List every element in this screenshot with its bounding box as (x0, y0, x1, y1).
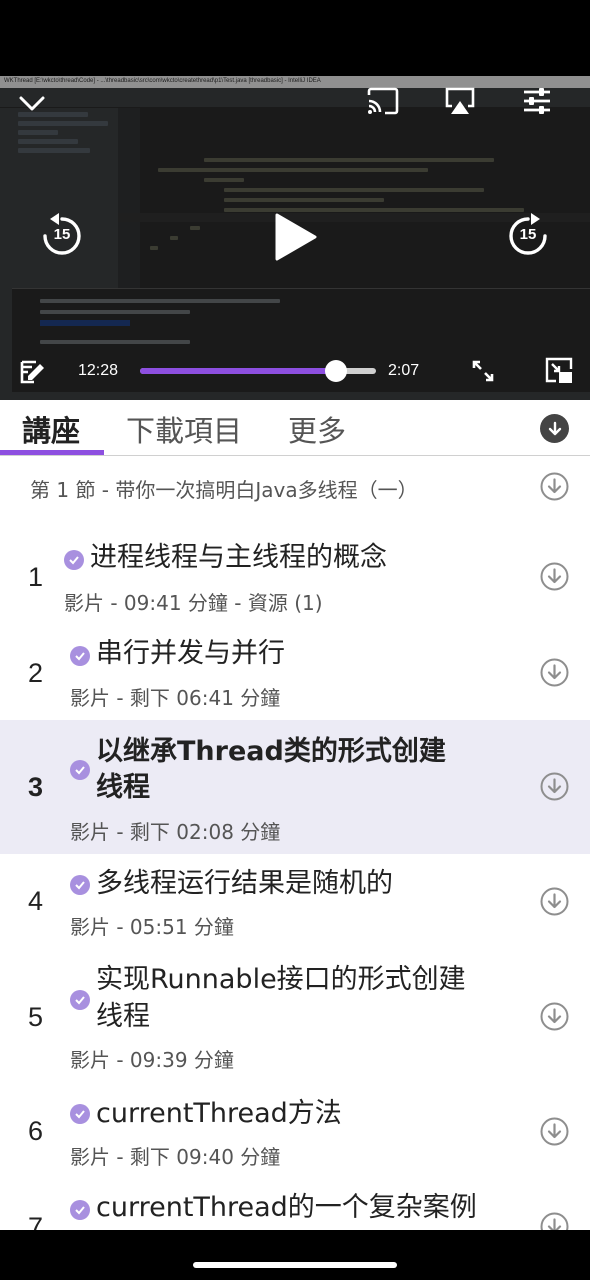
chevron-down-icon (19, 96, 45, 111)
airplay-button[interactable] (442, 84, 478, 118)
sliders-icon (524, 88, 550, 114)
lecture-number: 2 (28, 658, 44, 688)
download-lecture-icon[interactable] (540, 772, 569, 801)
picture-in-picture-icon (545, 357, 573, 383)
lecture-subtitle: 影片 - 09:41 分鐘 - 資源 (1) (64, 591, 323, 615)
expand-icon (472, 360, 494, 382)
picture-in-picture-button[interactable] (542, 355, 576, 387)
airplay-icon (445, 87, 475, 114)
skip-back-seconds: 15 (53, 226, 71, 243)
download-lecture-icon[interactable] (540, 887, 569, 916)
lecture-title-line-1: 实现Runnable接口的形式创建 (96, 964, 466, 995)
remaining-time: 2:07 (388, 362, 420, 379)
lecture-title-line-2: 线程 (96, 772, 150, 803)
lecture-item[interactable]: 1 进程线程与主线程的概念 影片 - 09:41 分鐘 - 資源 (1) (0, 530, 590, 624)
video-player[interactable]: WKThread [E:\wkcto\thread\Code] - ...\th… (0, 76, 590, 400)
lecture-item[interactable]: 2 串行并发与并行 影片 - 剩下 06:41 分鐘 (0, 626, 590, 720)
lecture-title: currentThread方法 (96, 1098, 342, 1129)
lecture-title: 多线程运行结果是随机的 (96, 868, 393, 899)
tab-downloads[interactable]: 下載項目 (126, 408, 242, 450)
lecture-title-line-1: 以继承Thread类的形式创建 (96, 736, 446, 767)
lecture-subtitle: 影片 - 05:51 分鐘 (70, 915, 234, 939)
status-bar (0, 0, 590, 76)
play-button[interactable] (268, 210, 322, 264)
lecture-item[interactable]: 5 实现Runnable接口的形式创建 线程 影片 - 09:39 分鐘 (0, 950, 590, 1086)
cast-button[interactable] (364, 84, 402, 118)
seek-bar-progress (140, 368, 336, 374)
lecture-title-line-2: 线程 (96, 1001, 150, 1032)
tab-bar: 講座 下載項目 更多 (0, 400, 590, 456)
lecture-number: 1 (28, 562, 44, 592)
download-lecture-icon[interactable] (540, 1117, 569, 1146)
lecture-item[interactable]: 6 currentThread方法 影片 - 剩下 09:40 分鐘 (0, 1086, 590, 1182)
active-tab-indicator (0, 450, 104, 455)
download-all-button[interactable] (540, 414, 569, 443)
completed-check-icon (70, 646, 90, 666)
tab-more[interactable]: 更多 (288, 408, 346, 450)
seek-bar-handle[interactable] (324, 360, 347, 382)
course-content: 講座 下載項目 更多 第 1 節 - 带你一次搞明白Java多线程（一） 1 进… (0, 400, 590, 1230)
tab-lectures[interactable]: 講座 (22, 408, 80, 450)
lecture-item[interactable]: 4 多线程运行结果是随机的 影片 - 05:51 分鐘 (0, 854, 590, 950)
play-icon (275, 213, 317, 261)
lecture-number: 7 (28, 1212, 44, 1230)
download-lecture-icon[interactable] (540, 1212, 569, 1230)
lecture-subtitle: 影片 - 09:39 分鐘 (70, 1048, 234, 1072)
settings-button[interactable] (520, 84, 554, 118)
download-lecture-icon[interactable] (540, 658, 569, 687)
completed-check-icon (64, 550, 84, 570)
lecture-number: 5 (28, 1002, 44, 1032)
completed-check-icon (70, 760, 90, 780)
lecture-subtitle: 影片 - 剩下 02:08 分鐘 (70, 820, 281, 844)
download-lecture-icon[interactable] (540, 562, 569, 591)
skip-forward-seconds: 15 (519, 226, 537, 243)
cast-icon (367, 87, 399, 115)
lecture-number: 3 (28, 772, 44, 802)
lecture-item[interactable]: 7 currentThread的一个复杂案例 (0, 1182, 590, 1230)
completed-check-icon (70, 990, 90, 1010)
lecture-title: 进程线程与主线程的概念 (90, 542, 387, 573)
download-lecture-icon[interactable] (540, 1002, 569, 1031)
lecture-item-current[interactable]: 3 以继承Thread类的形式创建 线程 影片 - 剩下 02:08 分鐘 (0, 720, 590, 854)
download-section-icon[interactable] (540, 472, 569, 501)
skip-back-button[interactable]: 15 (38, 212, 86, 260)
current-time: 12:28 (78, 362, 119, 379)
seek-bar[interactable] (140, 360, 376, 382)
home-indicator-bar (0, 1230, 590, 1280)
lecture-number: 6 (28, 1116, 44, 1146)
note-edit-icon (20, 360, 44, 384)
completed-check-icon (70, 1200, 90, 1220)
lecture-subtitle: 影片 - 剩下 06:41 分鐘 (70, 686, 281, 710)
completed-check-icon (70, 875, 90, 895)
lecture-title: 串行并发与并行 (96, 638, 285, 669)
completed-check-icon (70, 1104, 90, 1124)
home-indicator[interactable] (193, 1262, 397, 1268)
lecture-title: currentThread的一个复杂案例 (96, 1192, 477, 1223)
lecture-subtitle: 影片 - 剩下 09:40 分鐘 (70, 1145, 281, 1169)
skip-forward-button[interactable]: 15 (504, 212, 552, 260)
collapse-player-button[interactable] (16, 90, 48, 118)
notes-button[interactable] (16, 356, 48, 388)
download-arrow-icon (548, 421, 561, 435)
fullscreen-button[interactable] (468, 356, 498, 386)
section-header: 第 1 節 - 带你一次搞明白Java多线程（一） (30, 478, 418, 502)
lecture-number: 4 (28, 886, 44, 916)
